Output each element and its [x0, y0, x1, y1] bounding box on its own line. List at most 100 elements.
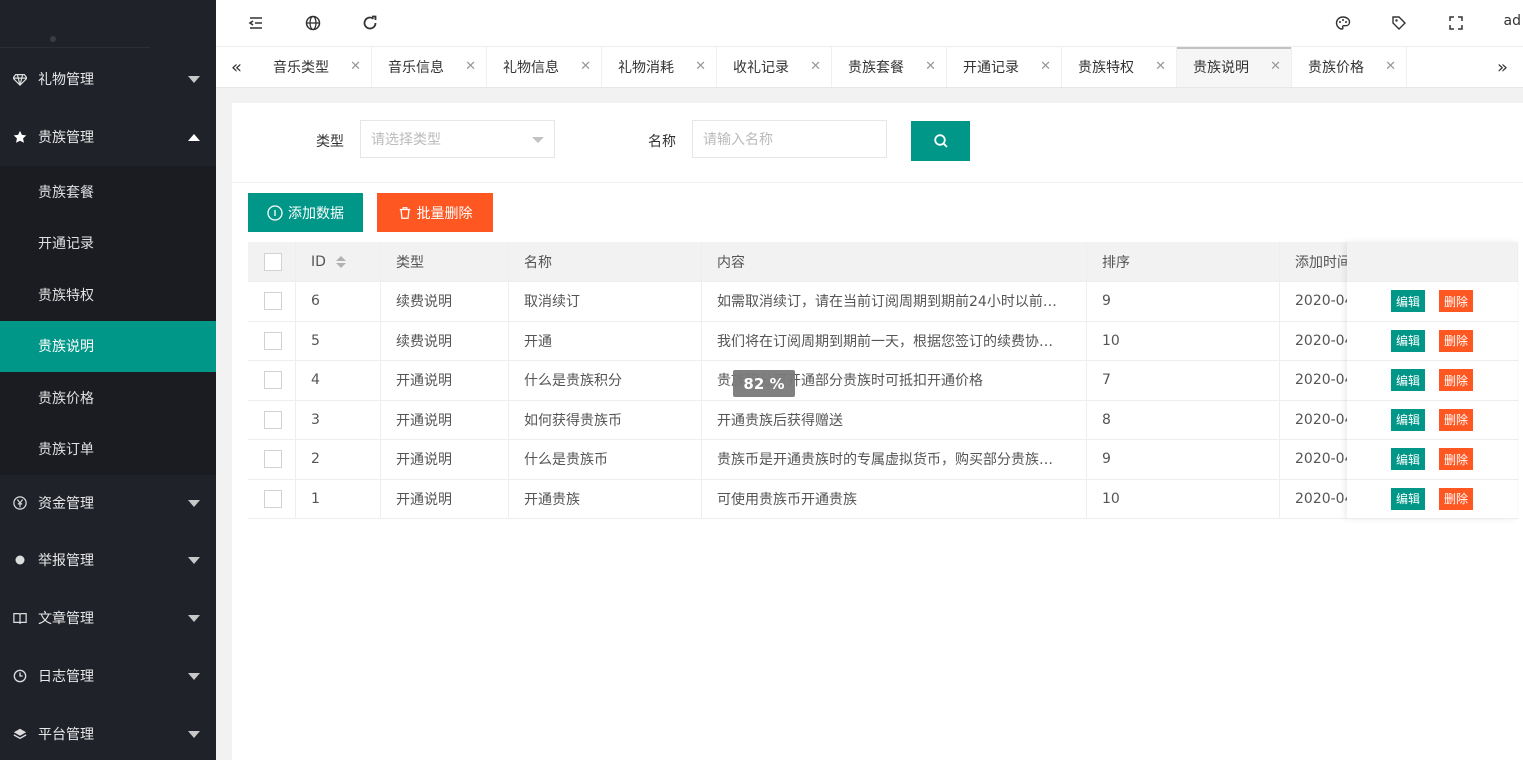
row-checkbox-cell	[248, 400, 296, 439]
delete-button[interactable]: 删除	[1439, 408, 1474, 431]
name-input-placeholder: 请输入名称	[703, 132, 773, 148]
row-checkbox-cell	[248, 479, 296, 518]
table-row: 6 续费说明 取消续订 如需取消续订，请在当前订阅周期到期前24小时以前… 9 …	[248, 282, 1518, 322]
close-icon[interactable]: ✕	[1040, 59, 1051, 74]
sidebar-item-noble-package[interactable]: 贵族套餐	[0, 166, 216, 218]
edit-button[interactable]: 编辑	[1390, 448, 1425, 471]
globe-icon[interactable]	[302, 12, 324, 34]
cell-sort: 10	[1087, 479, 1280, 518]
table-row: 2 开通说明 什么是贵族币 贵族币是开通贵族时的专属虚拟货币，购买部分贵族… 9…	[248, 440, 1518, 480]
tab-music-info[interactable]: 音乐信息 ✕	[372, 47, 487, 87]
fullscreen-icon[interactable]	[1445, 12, 1467, 34]
tab-noble-description[interactable]: 贵族说明 ✕	[1177, 47, 1292, 87]
tag-icon[interactable]	[1388, 12, 1410, 34]
tab-gift-info[interactable]: 礼物信息 ✕	[487, 47, 602, 87]
row-checkbox[interactable]	[264, 450, 282, 469]
close-icon[interactable]: ✕	[695, 59, 706, 74]
data-table: ID 类型 名称 内容 排序 添加时间 6 续费说明 取消续订 如需取消续订，请…	[248, 242, 1518, 519]
tab-label: 礼物消耗	[618, 60, 674, 76]
delete-button[interactable]: 删除	[1439, 290, 1474, 313]
delete-button[interactable]: 删除	[1439, 448, 1474, 471]
type-select-placeholder: 请选择类型	[371, 132, 441, 148]
name-input[interactable]: 请输入名称	[692, 120, 887, 158]
edit-button[interactable]: 编辑	[1390, 487, 1425, 510]
add-data-button[interactable]: 添加数据	[248, 193, 363, 232]
name-label: 名称	[648, 134, 676, 150]
cell-name: 取消续订	[509, 282, 702, 321]
menu-group-report[interactable]: 举报管理	[0, 531, 216, 589]
select-all-checkbox[interactable]	[264, 252, 282, 271]
close-icon[interactable]: ✕	[1270, 59, 1281, 74]
close-icon[interactable]: ✕	[350, 59, 361, 74]
menu-group-platform[interactable]: 平台管理	[0, 705, 216, 760]
row-checkbox[interactable]	[264, 410, 282, 429]
type-select[interactable]: 请选择类型	[360, 120, 555, 158]
submenu-noble: 贵族套餐 开通记录 贵族特权 贵族说明 贵族价格 贵族订单	[0, 166, 216, 475]
info-circle-icon	[267, 204, 283, 221]
tab-noble-price[interactable]: 贵族价格 ✕	[1292, 47, 1407, 87]
tab-scroll-right-icon[interactable]: »	[1482, 47, 1523, 87]
cell-content: 我们将在订阅周期到期前一天，根据您签订的续费协…	[717, 333, 1053, 350]
delete-button[interactable]: 删除	[1439, 487, 1474, 510]
close-icon[interactable]: ✕	[465, 59, 476, 74]
user-name[interactable]: ad	[1504, 13, 1521, 29]
row-checkbox[interactable]	[264, 331, 282, 350]
batch-delete-button[interactable]: 批量删除	[377, 193, 493, 232]
sort-icon[interactable]	[335, 255, 346, 268]
theme-icon[interactable]	[1332, 12, 1354, 34]
cell-content: 如需取消续订，请在当前订阅周期到期前24小时以前…	[717, 294, 1057, 311]
row-checkbox[interactable]	[264, 489, 282, 508]
header-id[interactable]: ID	[296, 242, 381, 281]
logo-area	[0, 0, 216, 50]
refresh-icon[interactable]	[359, 12, 381, 34]
menu-group-article[interactable]: 文章管理	[0, 589, 216, 647]
tab-gift-received[interactable]: 收礼记录 ✕	[717, 47, 832, 87]
cell-id: 2	[296, 440, 381, 479]
cell-type: 开通说明	[381, 361, 509, 400]
edit-button[interactable]: 编辑	[1390, 369, 1425, 392]
tab-label: 礼物信息	[503, 60, 559, 76]
menu-group-fund[interactable]: 资金管理	[0, 475, 216, 531]
row-checkbox[interactable]	[264, 292, 282, 311]
menu-fold-icon[interactable]	[245, 12, 267, 34]
tab-label: 音乐类型	[273, 60, 329, 76]
logo-dot	[50, 36, 56, 42]
sidebar-item-noble-description[interactable]: 贵族说明	[0, 320, 216, 372]
search-button[interactable]	[911, 121, 970, 161]
edit-button[interactable]: 编辑	[1390, 408, 1425, 431]
tab-label: 贵族特权	[1078, 60, 1134, 76]
row-checkbox[interactable]	[264, 371, 282, 390]
cell-id: 4	[296, 361, 381, 400]
close-icon[interactable]: ✕	[925, 59, 936, 74]
tab-noble-privilege[interactable]: 贵族特权 ✕	[1062, 47, 1177, 87]
edit-button[interactable]: 编辑	[1390, 290, 1425, 313]
cell-type: 续费说明	[381, 321, 509, 360]
close-icon[interactable]: ✕	[1385, 59, 1396, 74]
close-icon[interactable]: ✕	[810, 59, 821, 74]
edit-button[interactable]: 编辑	[1390, 329, 1425, 352]
header-content: 内容	[702, 242, 1087, 281]
cell-sort: 10	[1087, 321, 1280, 360]
tab-scroll-left-icon[interactable]: «	[216, 47, 257, 87]
delete-button[interactable]: 删除	[1439, 329, 1474, 352]
layers-icon	[12, 726, 28, 742]
chevron-down-icon	[188, 76, 200, 83]
sidebar-item-noble-price[interactable]: 贵族价格	[0, 372, 216, 424]
tab-noble-package[interactable]: 贵族套餐 ✕	[832, 47, 947, 87]
chevron-down-icon	[188, 731, 200, 738]
type-label: 类型	[316, 134, 344, 150]
menu-group-log[interactable]: 日志管理	[0, 647, 216, 705]
close-icon[interactable]: ✕	[580, 59, 591, 74]
sidebar-item-noble-privilege[interactable]: 贵族特权	[0, 269, 216, 321]
menu-group-noble[interactable]: 贵族管理	[0, 108, 216, 166]
sidebar-item-open-record[interactable]: 开通记录	[0, 218, 216, 270]
close-icon[interactable]: ✕	[1155, 59, 1166, 74]
tab-open-record[interactable]: 开通记录 ✕	[947, 47, 1062, 87]
action-column: 编辑 删除 编辑 删除 编辑 删除 编辑 删除 编辑 删除 编辑 删除	[1347, 242, 1517, 519]
tab-gift-consume[interactable]: 礼物消耗 ✕	[602, 47, 717, 87]
tab-label: 贵族说明	[1193, 60, 1249, 76]
sidebar-item-noble-order[interactable]: 贵族订单	[0, 424, 216, 476]
tab-music-type[interactable]: 音乐类型 ✕	[257, 47, 372, 87]
delete-button[interactable]: 删除	[1439, 369, 1474, 392]
menu-group-gift[interactable]: 礼物管理	[0, 50, 216, 108]
